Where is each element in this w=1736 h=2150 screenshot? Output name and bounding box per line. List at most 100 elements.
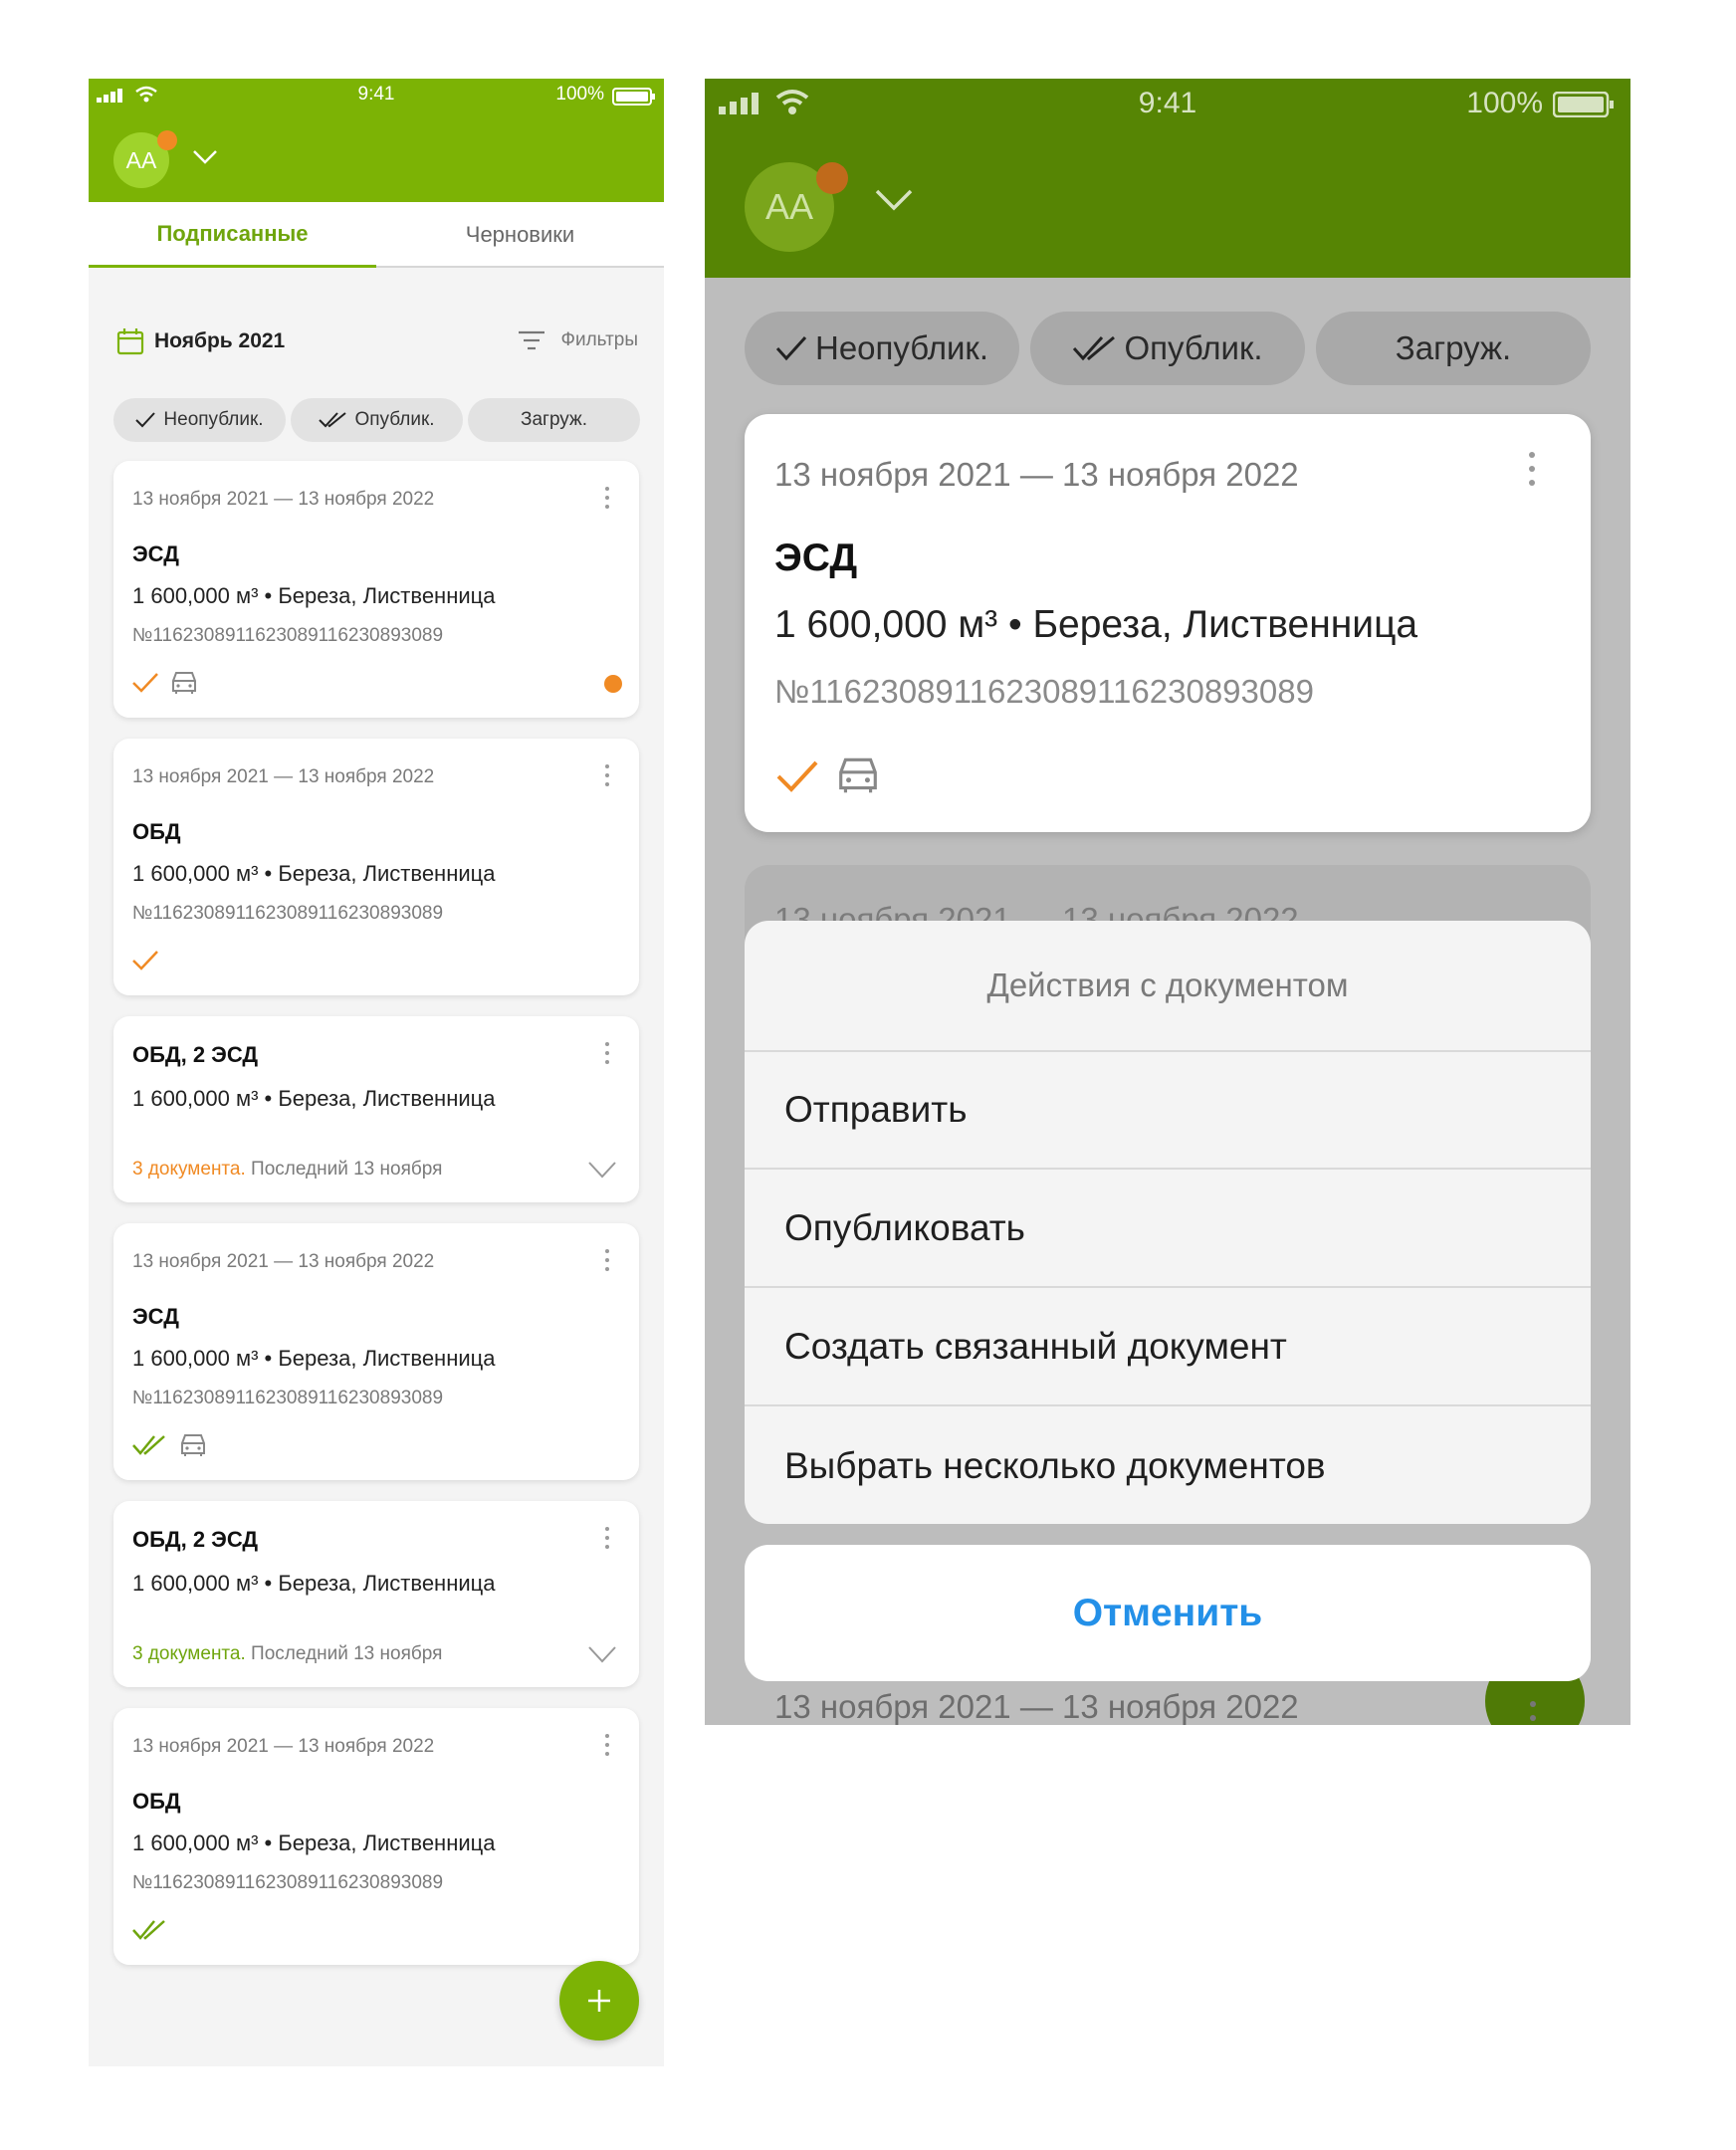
card-volume: 1 600,000 м³ • Береза, Лиственница — [132, 1346, 496, 1371]
document-group-card[interactable]: ОБД, 2 ЭСД 1 600,000 м³ • Береза, Листве… — [113, 1016, 639, 1202]
card-volume: 1 600,000 м³ • Береза, Лиственница — [132, 1086, 496, 1111]
battery-icon — [1553, 92, 1614, 117]
status-bar: 9:41 100% — [705, 79, 1630, 128]
tab-drafts[interactable]: Черновики — [376, 202, 664, 268]
card-title: ОБД — [132, 819, 181, 844]
cancel-button[interactable]: Отменить — [745, 1545, 1591, 1681]
chip-published[interactable]: Опублик. — [291, 398, 463, 442]
card-volume: 1 600,000 м³ • Береза, Лиственница — [774, 603, 1418, 646]
filter-label: Фильтры — [560, 329, 638, 350]
chevron-down-icon[interactable] — [587, 1161, 617, 1179]
double-check-icon — [319, 412, 347, 428]
double-check-icon — [1073, 335, 1116, 361]
card-volume: 1 600,000 м³ • Береза, Лиственница — [132, 1571, 496, 1596]
card-docs-summary: 3 документа. Последний 13 ноября — [132, 1643, 442, 1665]
check-orange-icon — [132, 951, 158, 970]
chip-label: Опублик. — [1124, 329, 1263, 366]
docs-count: 3 документа. — [132, 1643, 246, 1664]
selected-document-card[interactable]: 13 ноября 2021 — 13 ноября 2022 ЭСД 1 60… — [745, 414, 1591, 832]
document-group-card[interactable]: ОБД, 2 ЭСД 1 600,000 м³ • Береза, Листве… — [113, 1501, 639, 1687]
action-publish[interactable]: Опубликовать — [745, 1171, 1591, 1288]
card-volume: 1 600,000 м³ • Береза, Лиственница — [132, 583, 496, 608]
action-select-multiple[interactable]: Выбрать несколько документов — [745, 1407, 1591, 1524]
chip-uploaded[interactable]: Загруж. — [468, 398, 640, 442]
document-card[interactable]: 13 ноября 2021 — 13 ноября 2022 ОБД 1 60… — [113, 1708, 639, 1965]
card-docs-summary: 3 документа. Последний 13 ноября — [132, 1159, 442, 1181]
card-number: №1162308911623089116230893089 — [774, 673, 1314, 710]
card-number: №1162308911623089116230893089 — [132, 903, 444, 924]
plus-icon — [588, 1990, 610, 2012]
battery-percent: 100% — [555, 84, 604, 105]
card-title: ЭСД — [132, 1304, 179, 1329]
tab-bar: Подписанные Черновики — [89, 202, 664, 268]
card-title: ЭСД — [132, 541, 179, 566]
truck-icon — [181, 1434, 205, 1456]
double-check-green-icon — [132, 1435, 165, 1455]
chip-label: Загруж. — [520, 409, 588, 430]
truck-icon — [172, 672, 196, 694]
card-date: 13 ноября 2021 — 13 ноября 2022 — [132, 1736, 435, 1757]
card-date: 13 ноября 2021 — 13 ноября 2022 — [132, 766, 435, 787]
chip-label: Неопублик. — [815, 329, 988, 366]
chip-uploaded[interactable]: Загруж. — [1316, 312, 1591, 385]
document-card[interactable]: 13 ноября 2021 — 13 ноября 2022 ЭСД 1 60… — [113, 461, 639, 718]
card-title: ОБД — [132, 1789, 181, 1814]
document-card[interactable]: 13 ноября 2021 — 13 ноября 2022 ЭСД 1 60… — [113, 1223, 639, 1480]
phone-screen-action-sheet: 9:41 100% AA Неопублик. Опублик. Загруж.… — [705, 79, 1630, 1725]
notification-dot — [816, 162, 848, 194]
more-icon[interactable] — [605, 487, 609, 514]
tab-signed[interactable]: Подписанные — [89, 202, 376, 268]
action-send[interactable]: Отправить — [745, 1052, 1591, 1170]
card-number: №1162308911623089116230893089 — [132, 1388, 444, 1408]
card-title: ОБД, 2 ЭСД — [132, 1527, 259, 1552]
card-volume: 1 600,000 м³ • Береза, Лиственница — [132, 861, 496, 886]
more-icon[interactable] — [605, 1042, 609, 1069]
check-orange-icon — [776, 760, 818, 792]
more-icon[interactable] — [1529, 452, 1535, 494]
document-card[interactable]: 13 ноября 2021 — 13 ноября 2022 ОБД 1 60… — [113, 739, 639, 995]
chevron-down-icon[interactable] — [874, 188, 914, 212]
battery-percent: 100% — [1466, 87, 1543, 119]
status-bar: 9:41 100% — [89, 79, 664, 112]
notification-dot — [157, 130, 177, 150]
truck-icon — [839, 757, 877, 793]
card-title: ОБД, 2 ЭСД — [132, 1042, 259, 1067]
app-header: 9:41 100% AA — [89, 79, 664, 202]
battery-icon — [612, 88, 655, 106]
card-date: 13 ноября 2021 — 13 ноября 2022 — [774, 456, 1299, 493]
period-label: Ноябрь 2021 — [154, 329, 286, 352]
chip-label: Опублик. — [354, 409, 435, 430]
action-create-linked[interactable]: Создать связанный документ — [745, 1289, 1591, 1406]
calendar-icon — [116, 328, 144, 355]
chip-published[interactable]: Опублик. — [1030, 312, 1305, 385]
more-icon[interactable] — [605, 764, 609, 791]
filter-icon — [518, 330, 544, 350]
unread-dot — [604, 675, 622, 693]
filter-button[interactable]: Фильтры — [518, 329, 638, 351]
more-icon[interactable] — [605, 1734, 609, 1761]
chip-label: Неопублик. — [163, 409, 264, 430]
action-sheet-title: Действия с документом — [745, 921, 1591, 1052]
chip-unpublished[interactable]: Неопублик. — [113, 398, 286, 442]
more-icon — [1530, 1701, 1536, 1725]
card-number: №1162308911623089116230893089 — [132, 625, 444, 646]
card-number: №1162308911623089116230893089 — [132, 1872, 444, 1893]
more-icon[interactable] — [605, 1527, 609, 1554]
check-orange-icon — [132, 673, 158, 693]
chip-unpublished[interactable]: Неопублик. — [745, 312, 1019, 385]
check-icon — [775, 335, 807, 361]
chip-label: Загруж. — [1395, 329, 1512, 366]
chevron-down-icon[interactable] — [587, 1645, 617, 1663]
docs-count: 3 документа. — [132, 1159, 246, 1180]
check-icon — [135, 412, 156, 428]
period-picker[interactable]: Ноябрь 2021 — [116, 327, 285, 355]
card-volume: 1 600,000 м³ • Береза, Лиственница — [132, 1830, 496, 1855]
more-icon[interactable] — [605, 1249, 609, 1276]
docs-last: Последний 13 ноября — [245, 1159, 443, 1180]
card-date: 13 ноября 2021 — 13 ноября 2022 — [132, 489, 435, 510]
add-document-button[interactable] — [559, 1961, 639, 2041]
action-sheet: Действия с документом Отправить Опублико… — [745, 921, 1591, 1524]
chevron-down-icon[interactable] — [192, 149, 218, 165]
background-card-date: 13 ноября 2021 — 13 ноября 2022 — [774, 1688, 1299, 1725]
card-title: ЭСД — [774, 537, 858, 579]
